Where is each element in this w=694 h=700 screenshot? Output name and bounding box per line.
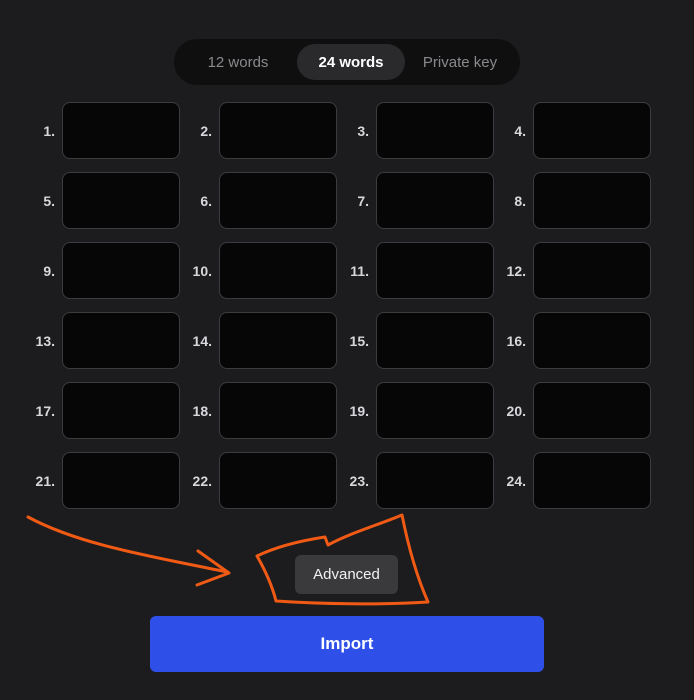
seed-word-input[interactable]: [376, 242, 494, 299]
seed-word-input[interactable]: [533, 312, 651, 369]
word-index-label: 22.: [192, 472, 212, 489]
word-index-label: 21.: [35, 472, 55, 489]
word-cell: 15.: [340, 312, 497, 369]
seed-word-input[interactable]: [376, 172, 494, 229]
word-cell: 5.: [26, 172, 183, 229]
seed-word-input[interactable]: [219, 102, 337, 159]
word-cell: 23.: [340, 452, 497, 509]
word-index-label: 18.: [192, 402, 212, 419]
word-cell: 24.: [497, 452, 654, 509]
word-index-label: 13.: [35, 332, 55, 349]
word-index-label: 12.: [506, 262, 526, 279]
word-cell: 3.: [340, 102, 497, 159]
word-index-label: 14.: [192, 332, 212, 349]
word-cell: 11.: [340, 242, 497, 299]
word-cell: 1.: [26, 102, 183, 159]
import-button[interactable]: Import: [150, 616, 544, 672]
word-count-tabs: 12 words 24 words Private key: [174, 39, 520, 85]
word-cell: 4.: [497, 102, 654, 159]
seed-word-input[interactable]: [62, 172, 180, 229]
seed-word-input[interactable]: [533, 382, 651, 439]
tab-private-key[interactable]: Private key: [405, 44, 515, 80]
annotation-arrow-shaft: [26, 515, 229, 574]
word-index-label: 6.: [200, 192, 212, 209]
seed-word-input[interactable]: [219, 452, 337, 509]
word-index-label: 8.: [514, 192, 526, 209]
word-index-label: 2.: [200, 122, 212, 139]
word-cell: 22.: [183, 452, 340, 509]
seed-word-input[interactable]: [62, 382, 180, 439]
word-index-label: 20.: [506, 402, 526, 419]
seed-word-input[interactable]: [376, 382, 494, 439]
seed-word-input[interactable]: [219, 312, 337, 369]
word-cell: 21.: [26, 452, 183, 509]
word-index-label: 17.: [35, 402, 55, 419]
word-index-label: 5.: [43, 192, 55, 209]
word-cell: 14.: [183, 312, 340, 369]
seed-word-input[interactable]: [219, 172, 337, 229]
seed-word-input[interactable]: [219, 242, 337, 299]
seed-word-input[interactable]: [376, 102, 494, 159]
word-cell: 20.: [497, 382, 654, 439]
seed-word-input[interactable]: [62, 452, 180, 509]
import-wallet-panel: 12 words 24 words Private key 1. 2. 3. 4. 5.…: [0, 0, 694, 700]
seed-word-input[interactable]: [62, 242, 180, 299]
seed-word-input[interactable]: [533, 452, 651, 509]
word-index-label: 19.: [349, 402, 369, 419]
tab-12-words[interactable]: 12 words: [179, 44, 297, 80]
seed-word-input[interactable]: [533, 242, 651, 299]
tab-24-words[interactable]: 24 words: [297, 44, 405, 80]
word-cell: 19.: [340, 382, 497, 439]
word-index-label: 10.: [192, 262, 212, 279]
word-cell: 8.: [497, 172, 654, 229]
word-cell: 10.: [183, 242, 340, 299]
word-index-label: 16.: [506, 332, 526, 349]
seed-word-input[interactable]: [62, 102, 180, 159]
word-index-label: 23.: [349, 472, 369, 489]
seed-word-input[interactable]: [62, 312, 180, 369]
word-cell: 17.: [26, 382, 183, 439]
seed-word-input[interactable]: [533, 102, 651, 159]
word-index-label: 7.: [357, 192, 369, 209]
word-index-label: 4.: [514, 122, 526, 139]
word-cell: 16.: [497, 312, 654, 369]
word-cell: 18.: [183, 382, 340, 439]
annotation-arrow-head: [195, 549, 231, 587]
seed-word-input[interactable]: [533, 172, 651, 229]
advanced-button[interactable]: Advanced: [295, 555, 398, 594]
word-cell: 13.: [26, 312, 183, 369]
word-cell: 12.: [497, 242, 654, 299]
seed-word-input[interactable]: [376, 452, 494, 509]
word-index-label: 11.: [350, 262, 369, 279]
word-index-label: 9.: [43, 262, 55, 279]
word-cell: 9.: [26, 242, 183, 299]
word-cell: 2.: [183, 102, 340, 159]
seed-word-input[interactable]: [376, 312, 494, 369]
seed-word-input[interactable]: [219, 382, 337, 439]
word-index-label: 24.: [506, 472, 526, 489]
word-cell: 7.: [340, 172, 497, 229]
word-cell: 6.: [183, 172, 340, 229]
word-index-label: 1.: [43, 122, 55, 139]
word-index-label: 3.: [357, 122, 369, 139]
word-index-label: 15.: [349, 332, 369, 349]
seed-phrase-grid: 1. 2. 3. 4. 5. 6. 7. 8. 9. 10. 11. 12. 13. 14. 15. 16. 1…: [26, 102, 654, 509]
